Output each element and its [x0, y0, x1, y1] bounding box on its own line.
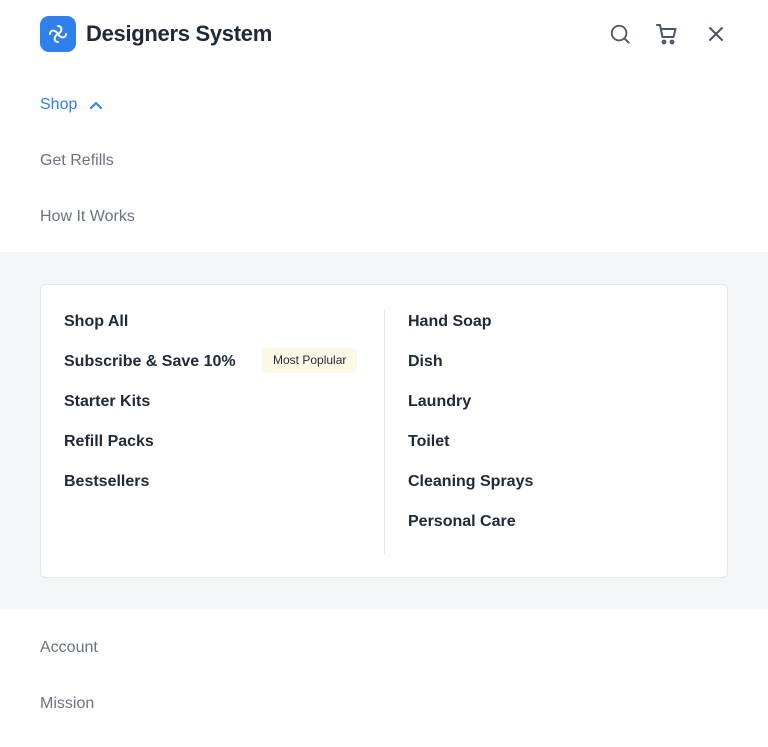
logo-icon[interactable]: [40, 16, 76, 52]
search-icon[interactable]: [608, 22, 632, 46]
menu-item-dish[interactable]: Dish: [408, 352, 443, 372]
brand-name[interactable]: Designers System: [86, 20, 272, 48]
menu-item-personal-care[interactable]: Personal Care: [408, 512, 516, 532]
menu-item-toilet[interactable]: Toilet: [408, 432, 449, 452]
shop-dropdown-panel: Shop All Subscribe & Save 10% Most Poplu…: [40, 284, 728, 578]
menu-item-laundry[interactable]: Laundry: [408, 392, 471, 412]
menu-item-bestsellers[interactable]: Bestsellers: [64, 472, 149, 492]
menu-item-cleaning-sprays[interactable]: Cleaning Sprays: [408, 472, 533, 492]
header: Designers System: [0, 0, 768, 68]
menu-item-refill-packs[interactable]: Refill Packs: [64, 432, 154, 452]
nav-shop-label: Shop: [40, 96, 78, 113]
nav-get-refills[interactable]: Get Refills: [40, 151, 114, 171]
column-divider: [384, 309, 385, 555]
menu-item-hand-soap[interactable]: Hand Soap: [408, 312, 492, 332]
nav-how-it-works[interactable]: How It Works: [40, 207, 135, 227]
menu-item-shop-all[interactable]: Shop All: [64, 312, 128, 332]
chevron-up-icon: [89, 100, 103, 110]
most-popular-badge: Most Poplular: [262, 348, 358, 373]
nav-account[interactable]: Account: [40, 638, 98, 658]
close-icon[interactable]: [704, 22, 728, 46]
cart-icon[interactable]: [655, 22, 679, 46]
menu-item-subscribe-save[interactable]: Subscribe & Save 10%: [64, 352, 236, 372]
nav-mission[interactable]: Mission: [40, 694, 94, 714]
nav-shop[interactable]: Shop: [40, 95, 103, 115]
menu-item-starter-kits[interactable]: Starter Kits: [64, 392, 150, 412]
